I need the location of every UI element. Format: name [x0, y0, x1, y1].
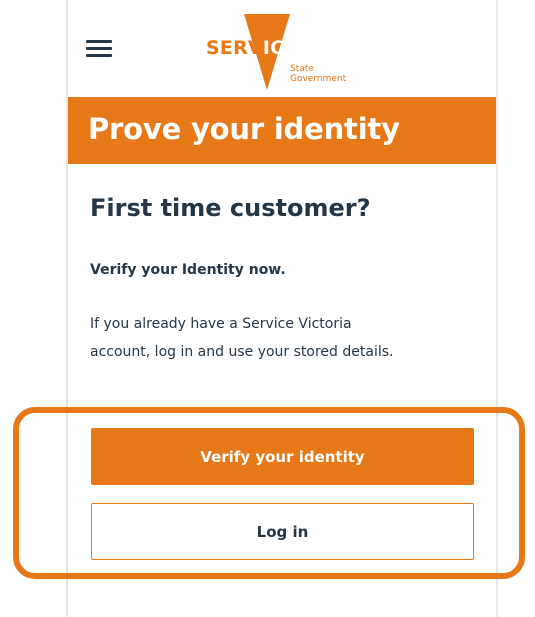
hamburger-menu-icon[interactable]	[86, 40, 112, 57]
page-title: Prove your identity	[88, 112, 400, 146]
menu-line	[86, 47, 112, 50]
actions-highlight-outline	[13, 407, 525, 579]
logo-wordmark: SERVICE	[206, 37, 297, 59]
app-header: SERVICE State Government	[68, 0, 496, 97]
body-paragraph: If you already have a Service Victoria a…	[90, 310, 490, 366]
section-heading: First time customer?	[90, 194, 371, 222]
logo-sub-line2: Government	[290, 74, 347, 84]
service-victoria-logo[interactable]: SERVICE State Government	[206, 14, 376, 90]
lead-text: Verify your Identity now.	[90, 262, 286, 278]
menu-line	[86, 54, 112, 57]
logo-sub-line1: State	[290, 64, 314, 74]
logo-word-main: SERV	[206, 37, 263, 59]
logo-subtitle: State Government	[290, 64, 346, 84]
menu-line	[86, 40, 112, 43]
logo-word-accent: ICE	[262, 37, 298, 59]
page-title-banner: Prove your identity	[68, 97, 496, 164]
body-line: account, log in and use your stored deta…	[90, 344, 394, 360]
body-line: If you already have a Service Victoria	[90, 316, 352, 332]
